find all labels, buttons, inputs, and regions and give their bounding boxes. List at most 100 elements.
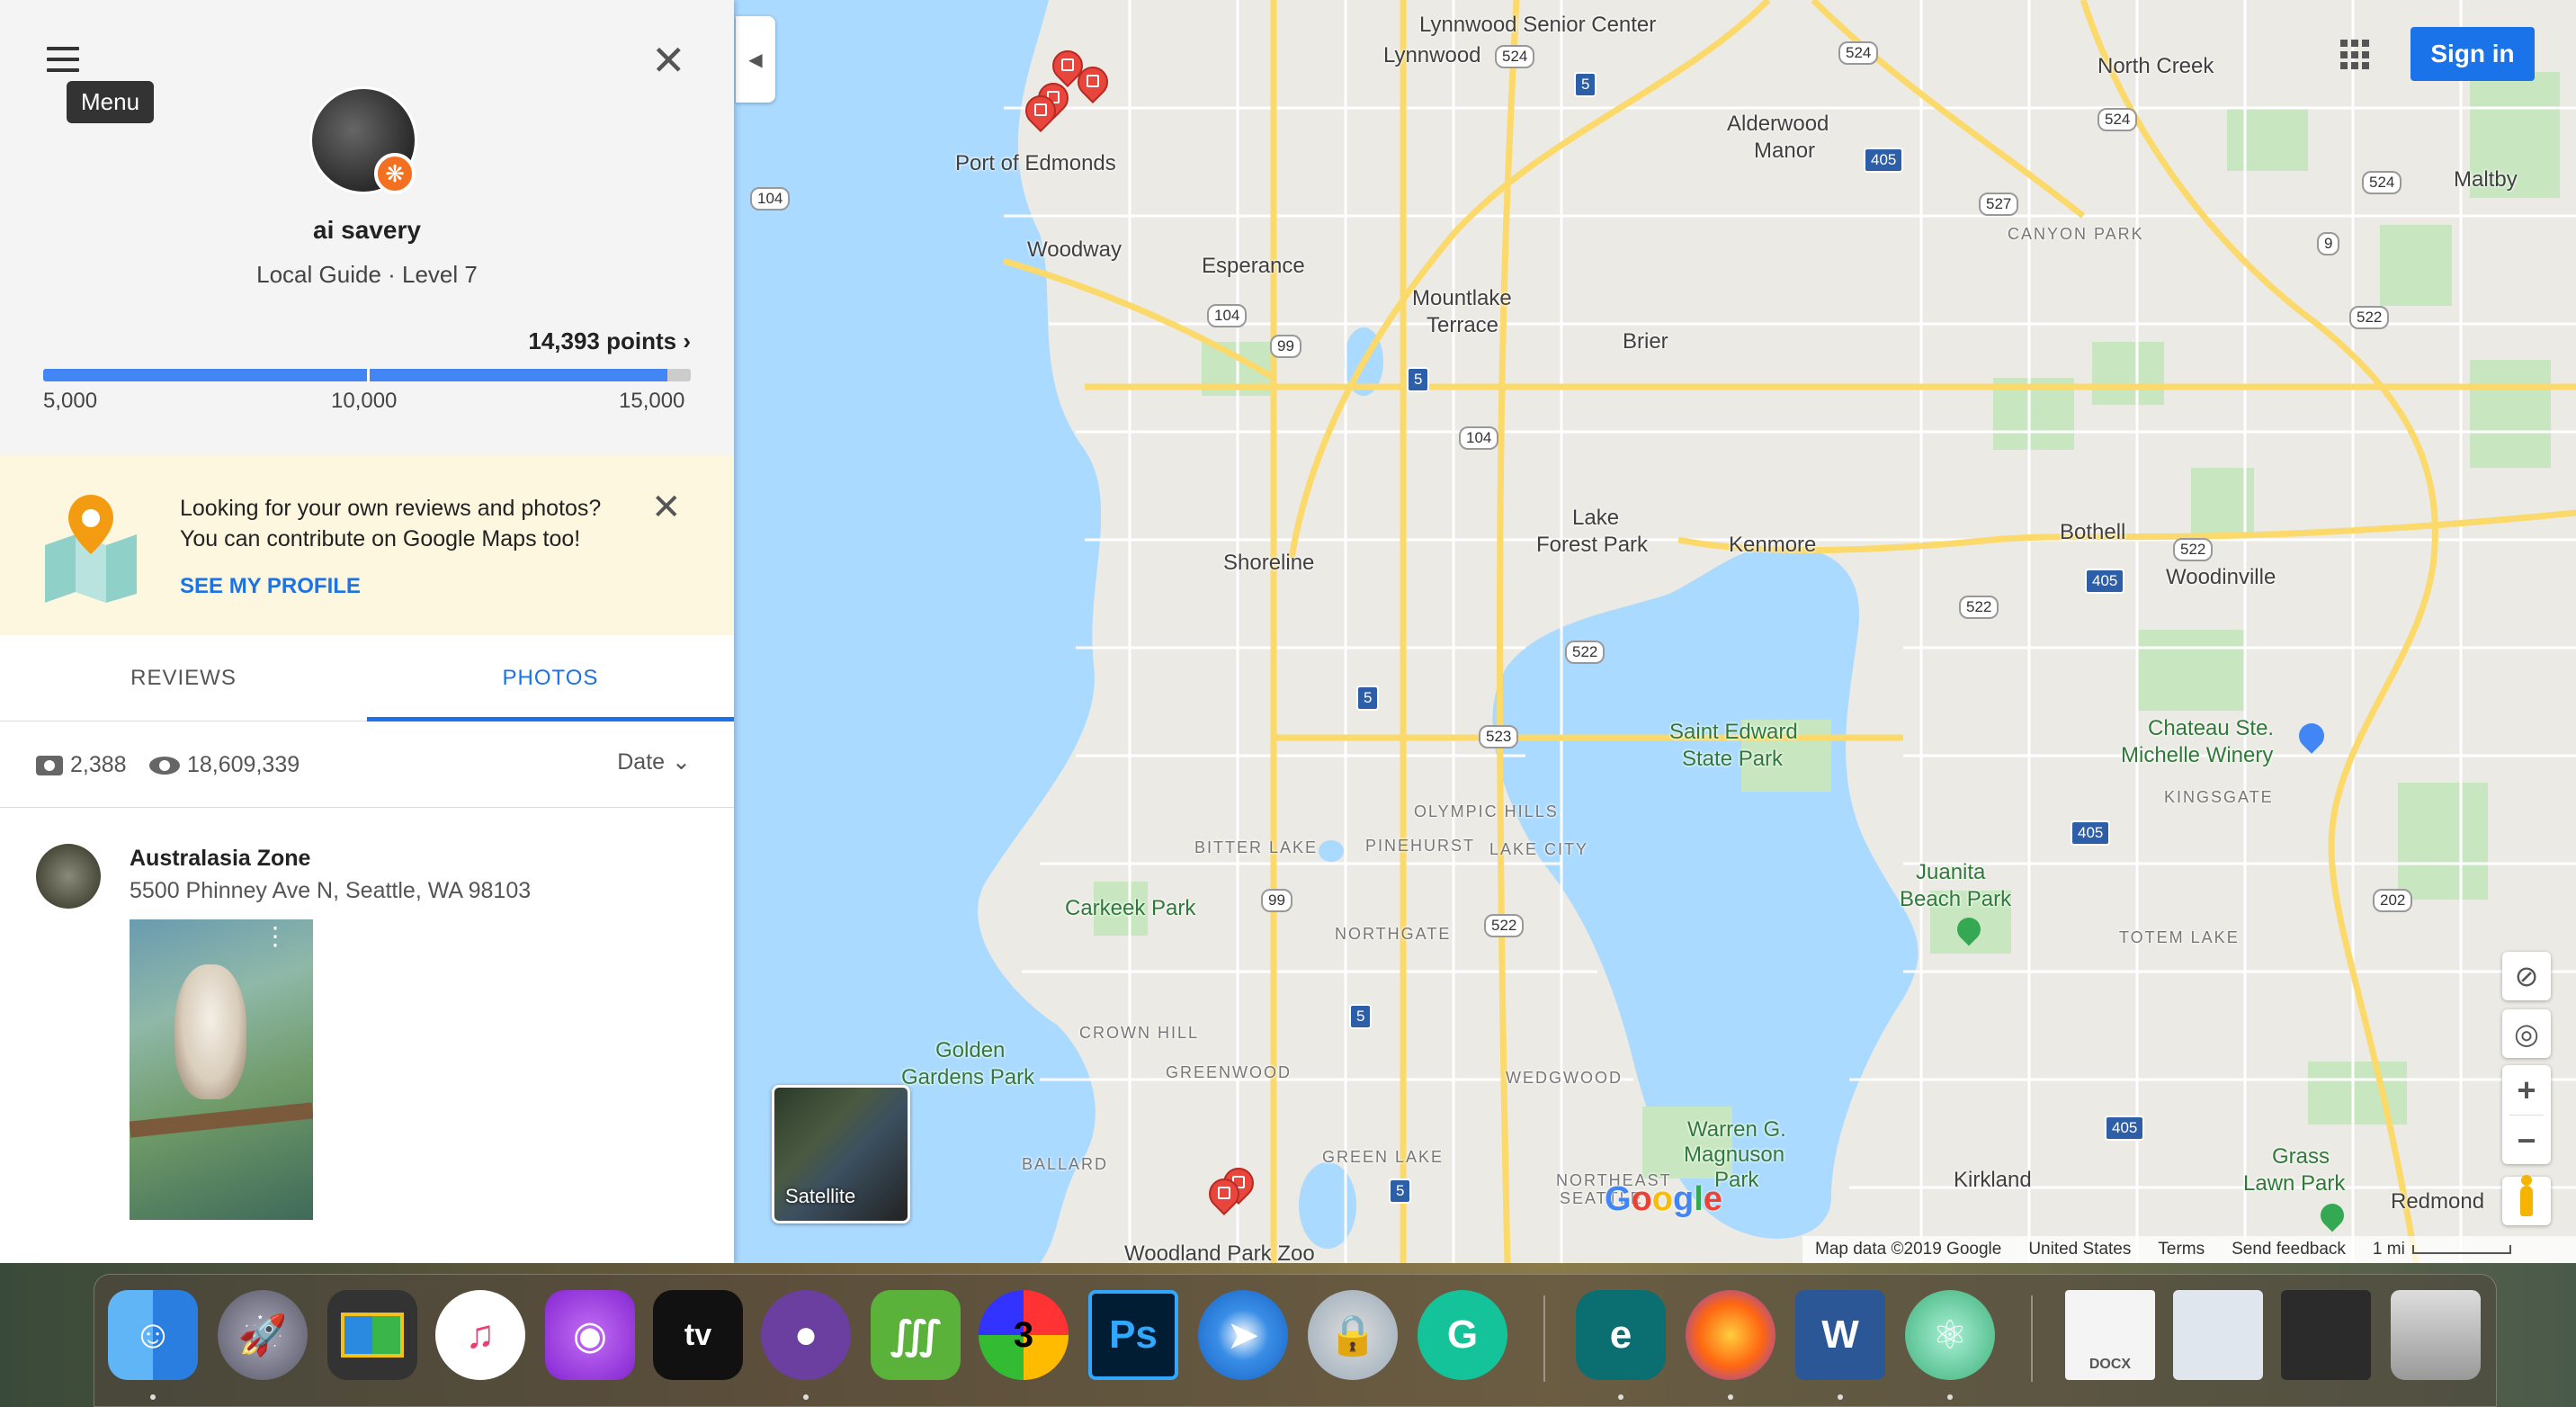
points-link[interactable]: 14,393 points › bbox=[528, 327, 691, 355]
photo-pin[interactable] bbox=[1070, 59, 1115, 106]
place-label[interactable]: TOTEM LAKE bbox=[2119, 928, 2240, 947]
send-feedback-link[interactable]: Send feedback bbox=[2232, 1240, 2346, 1259]
word-icon[interactable]: W bbox=[1795, 1290, 1885, 1380]
place-label[interactable]: Maltby bbox=[2454, 167, 2518, 193]
place-label[interactable]: Woodland Park Zoo bbox=[1124, 1241, 1315, 1263]
place-label[interactable]: Mountlake bbox=[1412, 286, 1512, 311]
place-label[interactable]: BALLARD bbox=[1022, 1155, 1108, 1174]
park-label[interactable]: Carkeek Park bbox=[1065, 896, 1195, 921]
close-icon[interactable]: ✕ bbox=[651, 40, 686, 81]
place-label[interactable]: CANYON PARK bbox=[2008, 225, 2144, 244]
place-label[interactable]: WEDGWOOD bbox=[1506, 1069, 1623, 1088]
place-label[interactable]: PINEHURST bbox=[1365, 837, 1475, 856]
pegman-icon[interactable] bbox=[2502, 1175, 2551, 1225]
photoshop-icon[interactable]: Ps bbox=[1088, 1290, 1178, 1380]
place-label[interactable]: Alderwood bbox=[1727, 112, 1829, 137]
photoshop-window-icon[interactable] bbox=[2281, 1290, 2371, 1380]
park-label[interactable]: Golden bbox=[935, 1038, 1005, 1063]
zoom-out-button[interactable]: − bbox=[2502, 1116, 2551, 1165]
see-my-profile-link[interactable]: SEE MY PROFILE bbox=[180, 574, 361, 599]
scale-bar[interactable]: 1 mi bbox=[2373, 1240, 2511, 1259]
itunes-icon[interactable]: ♫ bbox=[435, 1290, 525, 1380]
kookaburra-photo[interactable]: ⋮ bbox=[130, 919, 313, 1220]
place-label[interactable]: Manor bbox=[1754, 139, 1815, 164]
place-label[interactable]: Kirkland bbox=[1954, 1168, 2032, 1193]
dismiss-promo-icon[interactable]: ✕ bbox=[651, 489, 682, 525]
place-title[interactable]: Australasia Zone bbox=[130, 846, 310, 872]
park-label[interactable]: Gardens Park bbox=[901, 1065, 1034, 1090]
collapse-panel-button[interactable]: ◀ bbox=[736, 16, 775, 103]
firefox-icon[interactable] bbox=[1686, 1290, 1775, 1380]
my-location-icon[interactable]: ◎ bbox=[2502, 1009, 2551, 1058]
camtasia-icon[interactable]: ∭ bbox=[871, 1290, 961, 1380]
place-label[interactable]: Woodinville bbox=[2166, 565, 2276, 590]
browser-window-icon[interactable] bbox=[2173, 1290, 2263, 1380]
sort-dropdown[interactable]: Date ⌄ bbox=[617, 748, 691, 775]
place-label[interactable]: Port of Edmonds bbox=[955, 151, 1116, 176]
place-label[interactable]: Shoreline bbox=[1223, 551, 1314, 576]
trash-icon[interactable] bbox=[2391, 1290, 2481, 1380]
place-label[interactable]: KINGSGATE bbox=[2164, 788, 2274, 807]
place-label[interactable]: North Creek bbox=[2097, 54, 2214, 79]
docx-file-icon[interactable]: DOCX bbox=[2065, 1290, 2155, 1380]
place-label[interactable]: BITTER LAKE bbox=[1194, 838, 1318, 857]
atom-icon[interactable]: ⚛ bbox=[1905, 1290, 1995, 1380]
park-label[interactable]: Magnuson bbox=[1684, 1143, 1784, 1168]
tab-photos[interactable]: PHOTOS bbox=[367, 635, 734, 721]
place-label[interactable]: LAKE CITY bbox=[1489, 840, 1588, 859]
poi-label[interactable]: Michelle Winery bbox=[2121, 743, 2273, 768]
park-label[interactable]: Saint Edward bbox=[1669, 720, 1798, 745]
place-label[interactable]: CROWN HILL bbox=[1079, 1024, 1199, 1043]
place-label[interactable]: Woodway bbox=[1027, 237, 1122, 263]
park-label[interactable]: State Park bbox=[1682, 747, 1783, 772]
k3-icon[interactable]: 3 bbox=[979, 1290, 1069, 1380]
park-label[interactable]: Lawn Park bbox=[2243, 1171, 2345, 1196]
place-label[interactable]: OLYMPIC HILLS bbox=[1414, 802, 1559, 821]
highway-shield: 522 bbox=[1959, 596, 1999, 619]
launchpad-icon[interactable]: 🚀 bbox=[218, 1290, 308, 1380]
place-label[interactable]: NORTHGATE bbox=[1335, 925, 1451, 944]
podcasts-icon[interactable]: ◉ bbox=[545, 1290, 635, 1380]
keychain-icon[interactable]: 🔒 bbox=[1308, 1290, 1398, 1380]
image-capture-icon[interactable] bbox=[327, 1290, 417, 1380]
place-label[interactable]: Esperance bbox=[1202, 254, 1305, 279]
eset-icon[interactable]: e bbox=[1576, 1290, 1666, 1380]
terms-link[interactable]: Terms bbox=[2158, 1240, 2205, 1259]
place-label[interactable]: Brier bbox=[1623, 329, 1668, 354]
google-apps-icon[interactable] bbox=[2340, 40, 2371, 70]
place-label[interactable]: Lynnwood bbox=[1383, 43, 1481, 68]
tab-reviews[interactable]: REVIEWS bbox=[0, 635, 367, 721]
place-label[interactable]: Kenmore bbox=[1729, 533, 1816, 558]
github-desktop-icon[interactable]: ● bbox=[761, 1290, 851, 1380]
park-label[interactable]: Juanita bbox=[1916, 860, 1985, 885]
safari-icon[interactable]: ➤ bbox=[1198, 1290, 1288, 1380]
park-label[interactable]: Warren G. bbox=[1687, 1117, 1786, 1143]
menu-icon[interactable] bbox=[47, 47, 79, 72]
region-link[interactable]: United States bbox=[2028, 1240, 2131, 1259]
place-label[interactable]: Bothell bbox=[2060, 520, 2125, 545]
side-panel: Menu ✕ ❋ ai savery Local Guide · Level 7… bbox=[0, 0, 734, 1263]
poi-label[interactable]: Chateau Ste. bbox=[2148, 716, 2274, 741]
finder-icon[interactable]: ☺ bbox=[108, 1290, 198, 1380]
place-label[interactable]: Lake bbox=[1572, 506, 1619, 531]
map-canvas[interactable]: Lynnwood Senior Center Lynnwood North Cr… bbox=[734, 0, 2576, 1263]
highway-shield: 202 bbox=[2373, 889, 2413, 912]
place-label[interactable]: Terrace bbox=[1427, 313, 1498, 338]
place-label[interactable]: GREEN LAKE bbox=[1322, 1148, 1444, 1167]
park-label[interactable]: Grass bbox=[2272, 1144, 2330, 1170]
place-label[interactable]: GREENWOOD bbox=[1166, 1063, 1292, 1082]
zoom-in-button[interactable]: + bbox=[2502, 1065, 2551, 1115]
place-thumbnail[interactable] bbox=[36, 844, 101, 909]
grammarly-icon[interactable]: G bbox=[1418, 1290, 1507, 1380]
place-label[interactable]: Redmond bbox=[2391, 1189, 2484, 1214]
compass-icon[interactable]: ⊘ bbox=[2502, 952, 2551, 1000]
sign-in-button[interactable]: Sign in bbox=[2411, 27, 2535, 81]
more-options-icon[interactable]: ⋮ bbox=[263, 924, 288, 949]
apple-tv-icon[interactable]: tv bbox=[653, 1290, 743, 1380]
place-label[interactable]: Forest Park bbox=[1536, 533, 1648, 558]
photo-pin[interactable] bbox=[1202, 1171, 1247, 1218]
photo-pin[interactable] bbox=[1018, 88, 1063, 135]
place-label[interactable]: Lynnwood Senior Center bbox=[1419, 13, 1656, 38]
park-label[interactable]: Beach Park bbox=[1900, 887, 2011, 912]
satellite-toggle[interactable]: Satellite bbox=[772, 1085, 910, 1223]
